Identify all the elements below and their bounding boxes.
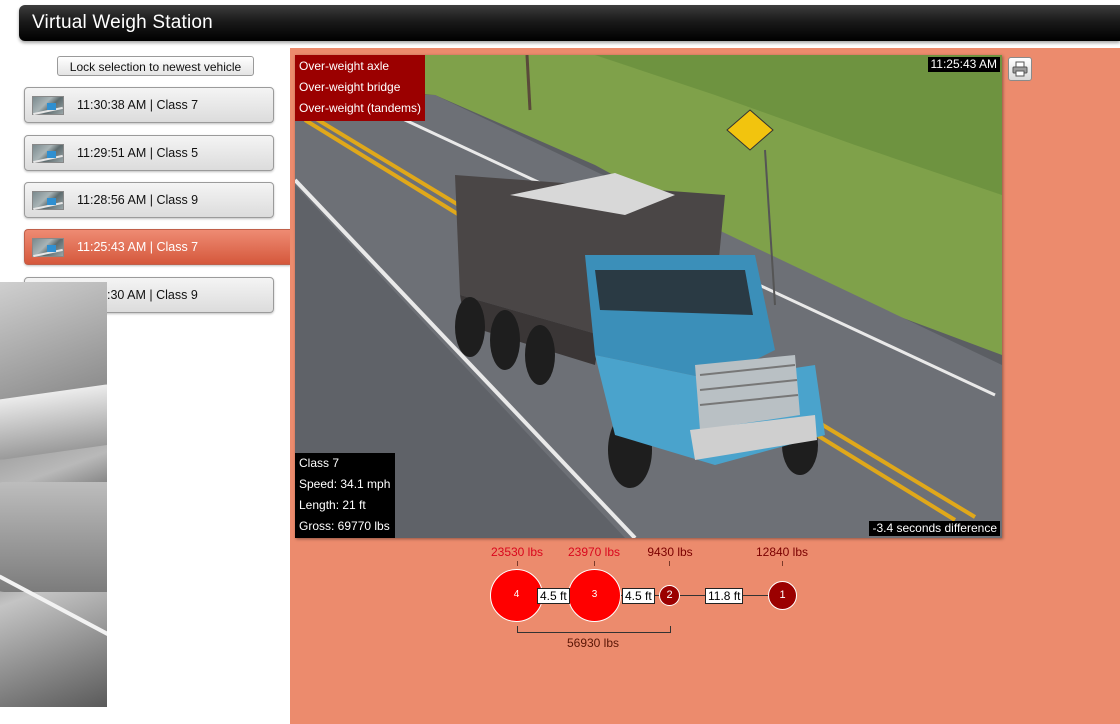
- camera-image: Over-weight axle Over-weight bridge Over…: [295, 55, 1002, 538]
- vehicle-thumbnail: [32, 144, 64, 164]
- camera-scene: [295, 55, 1002, 538]
- axle-spacing-label: 4.5 ft: [537, 588, 570, 604]
- vehicle-label: 11:29:51 AM | Class 5: [77, 146, 199, 160]
- axle-circle: 4: [490, 569, 543, 622]
- alert-overweight-tandems: Over-weight (tandems): [299, 101, 422, 115]
- axle-circle: 2: [659, 585, 680, 606]
- print-button[interactable]: [1008, 57, 1032, 81]
- camera-timestamp: 11:25:43 AM: [927, 57, 1000, 72]
- tandem-group-bracket: [517, 626, 671, 633]
- vehicle-list-item-selected[interactable]: 11:25:43 AM | Class 7: [24, 229, 291, 265]
- vehicle-label: 11:28:56 AM | Class 9: [77, 193, 199, 207]
- alert-overweight-bridge: Over-weight bridge: [299, 80, 401, 94]
- vehicle-gross-weight: Gross: 69770 lbs: [299, 519, 390, 533]
- axle-weight-label: 12840 lbs: [755, 545, 809, 559]
- axle-spacing-label: 4.5 ft: [622, 588, 655, 604]
- vehicle-label: 11:25:43 AM | Class 7: [77, 240, 199, 254]
- vehicle-speed: Speed: 34.1 mph: [299, 477, 391, 491]
- printer-icon: [1012, 61, 1028, 77]
- time-difference: -3.4 seconds difference: [869, 521, 1000, 536]
- alert-overweight-axle: Over-weight axle: [299, 59, 390, 73]
- lock-newest-vehicle-button[interactable]: Lock selection to newest vehicle: [57, 56, 254, 76]
- vehicle-list-item[interactable]: 11:28:56 AM | Class 9: [24, 182, 274, 218]
- axle-circle: 3: [568, 569, 621, 622]
- vehicle-thumbnail: [32, 191, 64, 211]
- axle-weight-label: 23970 lbs: [567, 545, 621, 559]
- axle-weight-label: 9430 lbs: [647, 545, 693, 559]
- axle-weight-label: 23530 lbs: [490, 545, 544, 559]
- vehicle-info-box: Class 7 Speed: 34.1 mph Length: 21 ft Gr…: [295, 453, 396, 538]
- vehicle-thumbnail: [32, 238, 64, 258]
- alerts-box: Over-weight axle Over-weight bridge Over…: [295, 55, 426, 121]
- vehicle-list-item[interactable]: 11:30:38 AM | Class 7: [24, 87, 274, 123]
- tandem-group-total: 56930 lbs: [566, 636, 620, 650]
- axle-circle: 1: [768, 581, 797, 610]
- vehicle-class: Class 7: [299, 456, 340, 470]
- vehicle-length: Length: 21 ft: [299, 498, 366, 512]
- vehicle-label: :30 AM | Class 9: [107, 288, 198, 302]
- app-title: Virtual Weigh Station: [32, 12, 213, 33]
- zoomed-vehicle-image: [0, 282, 107, 707]
- title-bar: Virtual Weigh Station: [19, 5, 1120, 41]
- vehicle-label: 11:30:38 AM | Class 7: [77, 98, 199, 112]
- vehicle-list-item[interactable]: 11:29:51 AM | Class 5: [24, 135, 274, 171]
- vehicle-thumbnail: [32, 96, 64, 116]
- axle-spacing-label: 11.8 ft: [705, 588, 744, 604]
